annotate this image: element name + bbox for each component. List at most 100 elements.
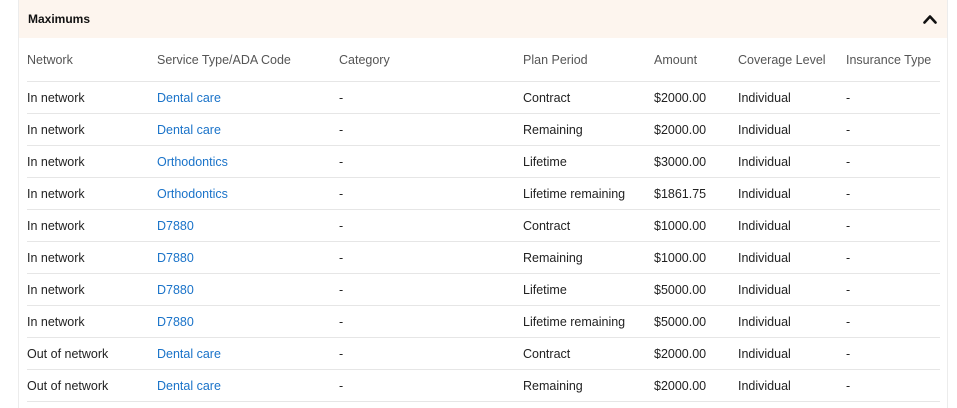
cell-plan-period: Contract [523, 337, 654, 370]
cell-amount: $2000.00 [654, 113, 738, 146]
cell-insurance-type: - [846, 145, 940, 178]
cell-amount: $2000.00 [654, 337, 738, 370]
cell-category: - [339, 145, 523, 178]
cell-category: - [339, 369, 523, 402]
cell-insurance-type: - [846, 81, 940, 114]
table-row: In network D7880- Lifetime $5000.00 Individu… [27, 273, 940, 306]
cell-amount: $1000.00 [654, 241, 738, 274]
column-header-network: Network [27, 38, 157, 82]
cell-service-type: Dental care [157, 81, 339, 114]
column-header-category: Category [339, 38, 523, 82]
cell-plan-period: Contract [523, 209, 654, 242]
cell-plan-period: Remaining [523, 113, 654, 146]
cell-network: In network [27, 273, 157, 306]
table-row: In network D7880- Contract $1000.00 Individu… [27, 209, 940, 242]
cell-service-type: Orthodontics [157, 145, 339, 178]
cell-amount: $2000.00 [654, 369, 738, 402]
service-type-link[interactable]: Dental care [157, 123, 221, 137]
table-row: In network Orthodontics - Lifetime $3000.00 I… [27, 145, 940, 178]
cell-coverage-level: Individual [738, 113, 846, 146]
service-type-link[interactable]: Dental care [157, 91, 221, 105]
cell-network: In network [27, 81, 157, 114]
collapse-button[interactable] [921, 10, 939, 28]
cell-service-type: Dental care [157, 337, 339, 370]
cell-coverage-level: Individual [738, 369, 846, 402]
cell-insurance-type: - [846, 209, 940, 242]
column-header-amount: Amount [654, 38, 738, 82]
cell-coverage-level: Individual [738, 81, 846, 114]
table-row: Out of network Dental care - Contract $2000.… [27, 337, 940, 370]
table-row: In network Dental care - Remaining $2000.00 I… [27, 113, 940, 146]
cell-plan-period: Lifetime [523, 145, 654, 178]
cell-service-type: Dental care [157, 369, 339, 402]
service-type-link[interactable]: Dental care [157, 347, 221, 361]
cell-network: In network [27, 113, 157, 146]
cell-insurance-type: - [846, 113, 940, 146]
cell-network: Out of network [27, 369, 157, 402]
cell-network: In network [27, 145, 157, 178]
cell-category: - [339, 209, 523, 242]
table-row: In network D7880- Remaining $1000.00 Individ… [27, 241, 940, 274]
cell-plan-period: Remaining [523, 369, 654, 402]
service-type-link[interactable]: Orthodontics [157, 187, 228, 201]
cell-service-type: D7880 [157, 305, 339, 338]
cell-amount: $3000.00 [654, 145, 738, 178]
cell-service-type: D7880 [157, 273, 339, 306]
table-header-row: Network Service Type/ADA Code Category P… [27, 38, 940, 82]
cell-plan-period: Lifetime remaining [523, 305, 654, 338]
column-header-insurance-type: Insurance Type [846, 38, 940, 82]
cell-plan-period: Lifetime [523, 273, 654, 306]
cell-category: - [339, 273, 523, 306]
cell-coverage-level: Individual [738, 145, 846, 178]
cell-network: In network [27, 305, 157, 338]
cell-amount: $1861.75 [654, 177, 738, 210]
cell-service-type: D7880 [157, 241, 339, 274]
cell-network: In network [27, 177, 157, 210]
cell-coverage-level: Individual [738, 305, 846, 338]
table-row: In network Dental care - Contract $2000.00 In… [27, 81, 940, 114]
maximums-table: Network Service Type/ADA Code Category P… [27, 38, 940, 402]
section-title: Maximums [28, 12, 91, 26]
cell-category: - [339, 305, 523, 338]
cell-amount: $5000.00 [654, 305, 738, 338]
table-row: Out of network Dental care - Remaining $2000… [27, 369, 940, 402]
service-type-link[interactable]: Orthodontics [157, 155, 228, 169]
cell-plan-period: Remaining [523, 241, 654, 274]
service-type-link[interactable]: Dental care [157, 379, 221, 393]
column-header-coverage-level: Coverage Level [738, 38, 846, 82]
cell-insurance-type: - [846, 337, 940, 370]
cell-amount: $1000.00 [654, 209, 738, 242]
maximums-header[interactable]: Maximums [19, 0, 947, 38]
cell-service-type: Orthodontics [157, 177, 339, 210]
cell-insurance-type: - [846, 241, 940, 274]
cell-amount: $5000.00 [654, 273, 738, 306]
cell-category: - [339, 337, 523, 370]
cell-insurance-type: - [846, 177, 940, 210]
cell-plan-period: Lifetime remaining [523, 177, 654, 210]
cell-insurance-type: - [846, 273, 940, 306]
cell-category: - [339, 81, 523, 114]
column-header-service-type: Service Type/ADA Code [157, 38, 339, 82]
cell-network: In network [27, 209, 157, 242]
cell-coverage-level: Individual [738, 337, 846, 370]
cell-insurance-type: - [846, 369, 940, 402]
cell-coverage-level: Individual [738, 209, 846, 242]
cell-coverage-level: Individual [738, 273, 846, 306]
chevron-up-icon [923, 15, 937, 24]
cell-category: - [339, 113, 523, 146]
cell-service-type: Dental care [157, 113, 339, 146]
column-header-plan-period: Plan Period [523, 38, 654, 82]
service-type-link[interactable]: D7880 [157, 315, 194, 329]
service-type-link[interactable]: D7880 [157, 251, 194, 265]
maximums-panel: Maximums Network Service Type/ADA Code C… [18, 0, 948, 408]
cell-plan-period: Contract [523, 81, 654, 114]
cell-service-type: D7880 [157, 209, 339, 242]
table-row: In network Orthodontics - Lifetime remainin… [27, 177, 940, 210]
service-type-link[interactable]: D7880 [157, 283, 194, 297]
cell-category: - [339, 241, 523, 274]
cell-coverage-level: Individual [738, 177, 846, 210]
cell-category: - [339, 177, 523, 210]
cell-network: Out of network [27, 337, 157, 370]
service-type-link[interactable]: D7880 [157, 219, 194, 233]
cell-network: In network [27, 241, 157, 274]
